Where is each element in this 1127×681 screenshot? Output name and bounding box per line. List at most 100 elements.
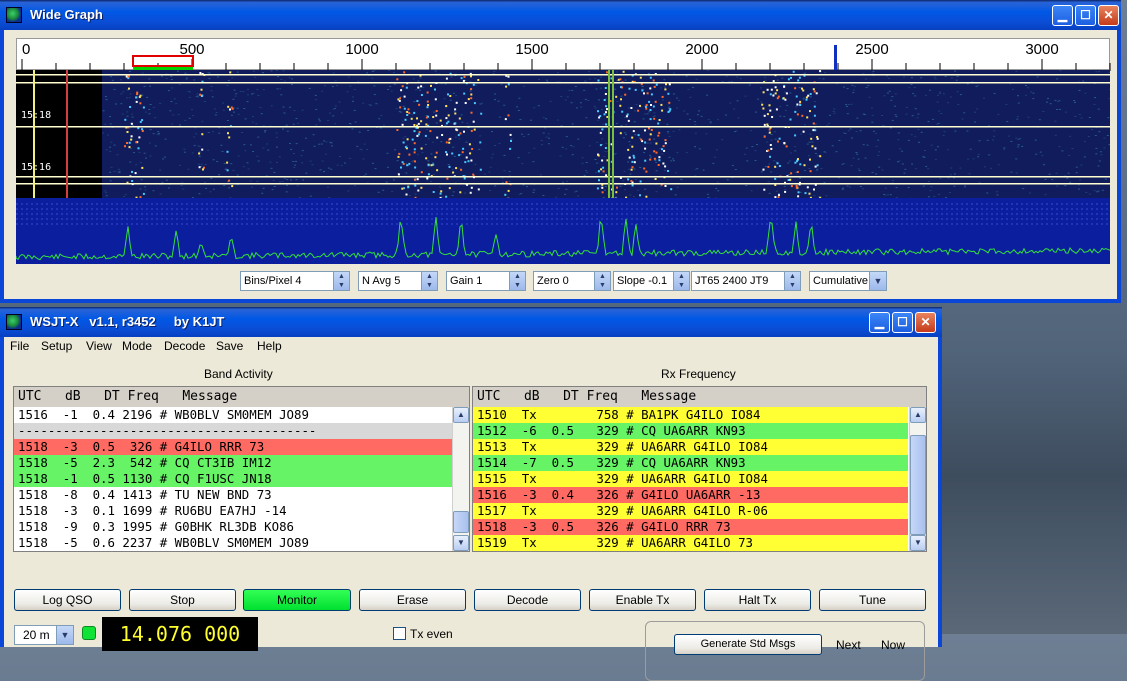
band-combo[interactable]: 20 m ▼ bbox=[14, 625, 74, 645]
jt-mode-value: JT65 2400 JT9 bbox=[695, 275, 768, 287]
maximize-icon[interactable]: ☐ bbox=[1075, 5, 1096, 26]
frequency-marker-line bbox=[612, 70, 614, 198]
rx-frequency-scrollbar[interactable]: ▲ ▼ bbox=[909, 407, 926, 551]
minimize-icon[interactable]: ▁ bbox=[1052, 5, 1073, 26]
decode-row[interactable]: 1513 Tx 329 # UA6ARR G4ILO IO84 bbox=[473, 439, 908, 455]
erase-button[interactable]: Erase bbox=[359, 589, 466, 611]
menu-setup[interactable]: Setup bbox=[41, 339, 72, 353]
decode-row[interactable]: 1518 -3 0.5 326 # G4ILO RRR 73 bbox=[14, 439, 452, 455]
spectrum-type-combo[interactable]: Cumulative ▼ bbox=[809, 271, 887, 291]
close-icon[interactable]: ✕ bbox=[915, 312, 936, 333]
spin-arrows-icon[interactable]: ▲▼ bbox=[421, 272, 437, 290]
menu-help[interactable]: Help bbox=[257, 339, 282, 353]
spin-arrows-icon[interactable]: ▲▼ bbox=[594, 272, 610, 290]
waterfall-display[interactable]: 15:18 15:16 bbox=[16, 70, 1110, 198]
decode-row[interactable]: 1510 Tx 758 # BA1PK G4ILO IO84 bbox=[473, 407, 908, 423]
minimize-icon[interactable]: ▁ bbox=[869, 312, 890, 333]
wsjtx-titlebar[interactable]: WSJT-X v1.1, r3452 by K1JT ▁ ☐ ✕ bbox=[0, 307, 942, 337]
decode-row[interactable]: 1518 -3 0.5 326 # G4ILO RRR 73 bbox=[473, 519, 908, 535]
wide-graph-title: Wide Graph bbox=[30, 7, 103, 22]
waterfall-noise bbox=[102, 70, 1110, 198]
frequency-scale[interactable]: 050010001500200025003000 bbox=[16, 38, 1110, 70]
monitor-button[interactable]: Monitor bbox=[243, 589, 351, 611]
scroll-thumb[interactable] bbox=[910, 435, 926, 535]
time-marker-line bbox=[16, 183, 1110, 185]
decode-row[interactable]: 1518 -8 0.4 1413 # TU NEW BND 73 bbox=[14, 487, 452, 503]
decode-row[interactable]: 1518 -1 0.5 1130 # CQ F1USC JN18 bbox=[14, 471, 452, 487]
scroll-up-icon[interactable]: ▲ bbox=[910, 407, 926, 423]
chevron-down-icon[interactable]: ▼ bbox=[869, 272, 886, 290]
slope-value: Slope -0.1 bbox=[617, 275, 667, 287]
decode-row[interactable]: 1518 -3 0.1 1699 # RU6BU EA7HJ -14 bbox=[14, 503, 452, 519]
bins-per-pixel-spinbox[interactable]: Bins/Pixel 4 ▲▼ bbox=[240, 271, 350, 291]
wsjtx-main-window: WSJT-X v1.1, r3452 by K1JT ▁ ☐ ✕ File Se… bbox=[0, 307, 942, 647]
band-value: 20 m bbox=[23, 628, 50, 642]
spin-arrows-icon[interactable]: ▲▼ bbox=[509, 272, 525, 290]
decode-row[interactable]: 1518 -5 2.3 542 # CQ CT3IB IM12 bbox=[14, 455, 452, 471]
scale-label: 2500 bbox=[855, 41, 888, 58]
decode-row[interactable]: ---------------------------------------- bbox=[14, 423, 452, 439]
decode-row[interactable]: 1514 -7 0.5 329 # CQ UA6ARR KN93 bbox=[473, 455, 908, 471]
scale-label: 0 bbox=[22, 41, 30, 58]
menu-bar: File Setup View Mode Decode Save Help bbox=[4, 337, 938, 357]
menu-file[interactable]: File bbox=[10, 339, 29, 353]
log-qso-button[interactable]: Log QSO bbox=[14, 589, 121, 611]
gain-spinbox[interactable]: Gain 1 ▲▼ bbox=[446, 271, 526, 291]
decode-row[interactable]: 1512 -6 0.5 329 # CQ UA6ARR KN93 bbox=[473, 423, 908, 439]
spectrum-plot[interactable] bbox=[16, 198, 1110, 264]
time-marker-line bbox=[16, 126, 1110, 128]
scale-label: 1000 bbox=[345, 41, 378, 58]
scale-label: 1500 bbox=[515, 41, 548, 58]
enable-tx-button[interactable]: Enable Tx bbox=[589, 589, 696, 611]
zero-spinbox[interactable]: Zero 0 ▲▼ bbox=[533, 271, 611, 291]
decode-row[interactable]: 1516 -3 0.4 326 # G4ILO UA6ARR -13 bbox=[473, 487, 908, 503]
wide-graph-window: Wide Graph ▁ ☐ ✕ 05001000150020002500300… bbox=[0, 0, 1121, 303]
decode-row[interactable]: 1518 -5 0.6 2237 # WB0BLV SM0MEM JO89 bbox=[14, 535, 452, 551]
generate-std-msgs-button[interactable]: Generate Std Msgs bbox=[674, 634, 822, 655]
menu-mode[interactable]: Mode bbox=[122, 339, 152, 353]
decode-row[interactable]: 1516 -1 0.4 2196 # WB0BLV SM0MEM JO89 bbox=[14, 407, 452, 423]
time-marker-line bbox=[16, 74, 1110, 76]
n-avg-value: N Avg 5 bbox=[362, 275, 400, 287]
decode-row[interactable]: 1515 Tx 329 # UA6ARR G4ILO IO84 bbox=[473, 471, 908, 487]
app-icon bbox=[6, 7, 22, 23]
menu-save[interactable]: Save bbox=[216, 339, 243, 353]
scroll-down-icon[interactable]: ▼ bbox=[910, 535, 926, 551]
jt-mode-spinbox[interactable]: JT65 2400 JT9 ▲▼ bbox=[691, 271, 801, 291]
menu-decode[interactable]: Decode bbox=[164, 339, 205, 353]
tune-button[interactable]: Tune bbox=[819, 589, 926, 611]
chevron-down-icon[interactable]: ▼ bbox=[56, 626, 73, 644]
decode-button[interactable]: Decode bbox=[474, 589, 581, 611]
time-label: 15:16 bbox=[21, 162, 51, 173]
decode-row[interactable]: 1518 -9 0.3 1995 # G0BHK RL3DB KO86 bbox=[14, 519, 452, 535]
spin-arrows-icon[interactable]: ▲▼ bbox=[333, 272, 349, 290]
zero-value: Zero 0 bbox=[537, 275, 569, 287]
scale-label: 3000 bbox=[1025, 41, 1058, 58]
n-avg-spinbox[interactable]: N Avg 5 ▲▼ bbox=[358, 271, 438, 291]
band-activity-list[interactable]: UTC dB DT Freq Message 1516 -1 0.4 2196 … bbox=[13, 386, 470, 552]
scroll-up-icon[interactable]: ▲ bbox=[453, 407, 469, 423]
tx-even-checkbox[interactable]: Tx even bbox=[393, 627, 453, 641]
stop-button[interactable]: Stop bbox=[129, 589, 236, 611]
halt-tx-button[interactable]: Halt Tx bbox=[704, 589, 811, 611]
band-activity-scrollbar[interactable]: ▲ ▼ bbox=[452, 407, 469, 551]
maximize-icon[interactable]: ☐ bbox=[892, 312, 913, 333]
rx-frequency-header: UTC dB DT Freq Message bbox=[473, 387, 926, 407]
scroll-down-icon[interactable]: ▼ bbox=[453, 535, 469, 551]
slope-spinbox[interactable]: Slope -0.1 ▲▼ bbox=[613, 271, 690, 291]
wsjtx-title: WSJT-X v1.1, r3452 by K1JT bbox=[30, 314, 224, 329]
gain-value: Gain 1 bbox=[450, 275, 482, 287]
close-icon[interactable]: ✕ bbox=[1098, 5, 1119, 26]
menu-view[interactable]: View bbox=[86, 339, 112, 353]
spin-arrows-icon[interactable]: ▲▼ bbox=[784, 272, 800, 290]
band-activity-title: Band Activity bbox=[204, 367, 273, 381]
scroll-thumb[interactable] bbox=[453, 511, 469, 533]
decode-row[interactable]: 1517 Tx 329 # UA6ARR G4ILO R-06 bbox=[473, 503, 908, 519]
wide-graph-titlebar[interactable]: Wide Graph ▁ ☐ ✕ bbox=[0, 0, 1121, 30]
spin-arrows-icon[interactable]: ▲▼ bbox=[673, 272, 689, 290]
tx-frequency-marker[interactable] bbox=[834, 45, 837, 71]
decode-row[interactable]: 1519 Tx 329 # UA6ARR G4ILO 73 bbox=[473, 535, 908, 551]
rx-frequency-list[interactable]: UTC dB DT Freq Message 1510 Tx 758 # BA1… bbox=[472, 386, 927, 552]
frequency-marker-line bbox=[33, 70, 35, 198]
time-marker-line bbox=[16, 176, 1110, 178]
